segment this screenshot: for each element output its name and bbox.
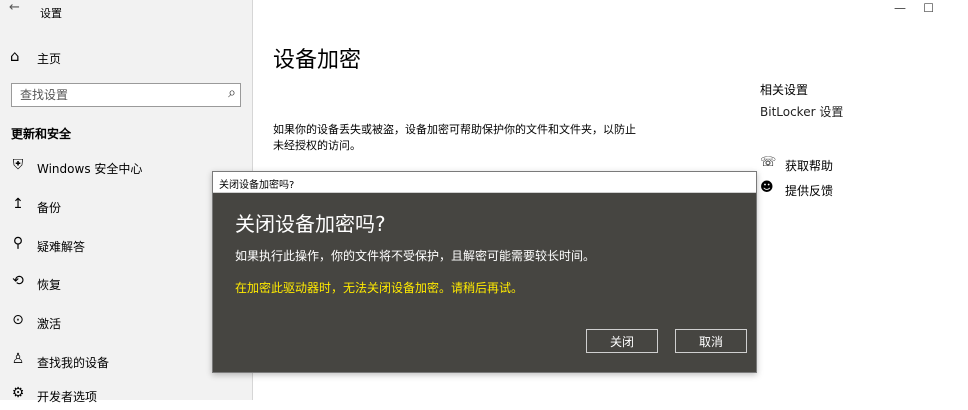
page-description: 如果你的设备丢失或被盗，设备加密可帮助保护你的文件和文件夹，以防止未经授权的访问… (273, 123, 636, 152)
shield-icon: ⛨ (12, 157, 24, 173)
get-help-label: 获取帮助 (785, 159, 834, 173)
title-bar: ← 设置 (0, 0, 253, 24)
dialog-heading: 关闭设备加密吗? (235, 212, 386, 236)
check-circle-icon: ⊙ (12, 312, 24, 328)
get-help-link[interactable]: ☏ 获取帮助 (760, 155, 960, 175)
dialog-titlebar: 关闭设备加密吗? (213, 172, 756, 193)
upload-arrow-icon: ↥ (12, 196, 24, 212)
feedback-person-icon: ☻ (760, 180, 774, 195)
recovery-icon: ⟲ (12, 273, 24, 289)
sidebar-item-label: 备份 (37, 201, 62, 215)
gear-icon: ⚙ (11, 385, 25, 401)
search-icon[interactable]: ⌕ (228, 85, 236, 101)
sidebar-item-label: 开发者选项 (37, 390, 98, 404)
sidebar-item-label: 主页 (37, 52, 62, 66)
person-icon: ♙ (11, 351, 25, 367)
sidebar-item-label: Windows 安全中心 (37, 162, 143, 176)
sidebar-item-label: 疑难解答 (37, 240, 86, 254)
dialog-window-title: 关闭设备加密吗? (219, 180, 295, 191)
dialog-warning: 在加密此驱动器时，无法关闭设备加密。请稍后再试。 (235, 281, 524, 295)
cancel-button[interactable]: 取消 (675, 329, 747, 353)
sidebar-item-label: 激活 (37, 317, 62, 331)
search-input[interactable] (12, 84, 220, 106)
minimize-icon[interactable]: — (894, 1, 906, 15)
sidebar-item-developer-options[interactable]: ⚙ 开发者选项 (0, 380, 253, 410)
dialog-message: 如果执行此操作，你的文件将不受保护，且解密可能需要较长时间。 (235, 249, 596, 263)
related-settings-title: 相关设置 (760, 83, 809, 97)
give-feedback-label: 提供反馈 (785, 184, 834, 198)
bitlocker-settings-link[interactable]: BitLocker 设置 (760, 103, 843, 120)
sidebar-item-home[interactable]: ⌂ 主页 (0, 44, 253, 70)
turn-off-encryption-dialog: 关闭设备加密吗? 关闭设备加密吗? 如果执行此操作，你的文件将不受保护，且解密可… (212, 171, 757, 373)
give-feedback-link[interactable]: ☻ 提供反馈 (760, 180, 960, 200)
help-chat-icon: ☏ (760, 155, 777, 170)
section-header: 更新和安全 (11, 127, 72, 141)
sidebar-item-label: 查找我的设备 (37, 356, 110, 370)
back-arrow-icon[interactable]: ← (9, 0, 20, 15)
maximize-icon[interactable]: ☐ (923, 1, 934, 15)
wrench-icon: ⚲ (12, 235, 24, 251)
page-title: 设备加密 (273, 48, 362, 73)
app-title: 设置 (40, 7, 62, 20)
sidebar-item-label: 恢复 (37, 278, 62, 292)
close-button[interactable]: 关闭 (586, 329, 658, 353)
home-icon: ⌂ (10, 47, 20, 65)
search-box[interactable]: ⌕ (11, 83, 241, 107)
